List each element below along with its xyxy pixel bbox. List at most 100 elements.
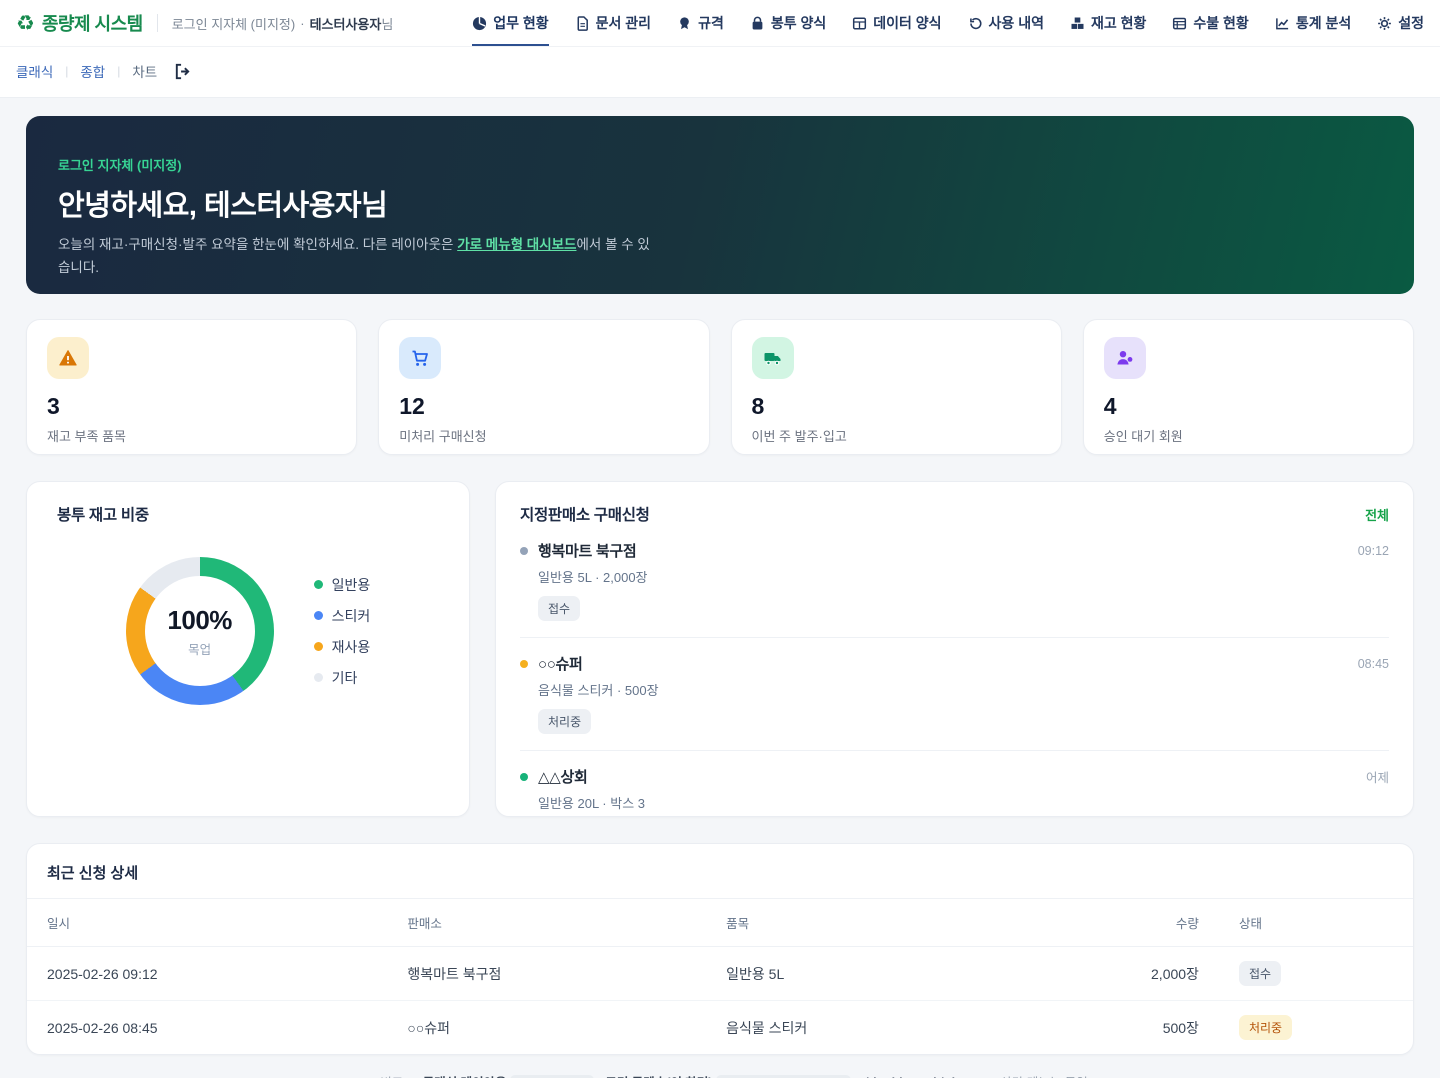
nav-item-bag-forms[interactable]: 봉투 양식: [750, 0, 826, 46]
status-badge: 접수: [538, 596, 580, 621]
welcome-banner: 로그인 지자체 (미지정) 안녕하세요, 테스터사용자님 오늘의 재고·구매신청…: [26, 116, 1414, 294]
chart-line-icon: [1275, 16, 1290, 31]
banner-description: 오늘의 재고·구매신청·발주 요약을 한눈에 확인하세요. 다른 레이아웃은 가…: [58, 234, 658, 280]
chart-legend: 일반용 스티커 재사용 기타: [314, 575, 371, 688]
nav-item-specs[interactable]: 규격: [677, 0, 724, 46]
context-separator: ·: [300, 16, 304, 31]
layout-subnav: 클래식 | 종합 | 차트: [0, 47, 1440, 98]
document-icon: [575, 16, 590, 31]
stat-cards-row: 3 재고 부족 품목 12 미처리 구매신청 8 이번 주 발주·입고: [26, 319, 1414, 455]
cell-item: 일반용 5L: [706, 947, 1066, 1001]
donut-chart: 100% 목업: [126, 557, 274, 705]
stat-card-pending-members: 4 승인 대기 회원: [1083, 319, 1414, 455]
status-dot: [520, 547, 528, 555]
user-check-icon: [1104, 337, 1146, 379]
table-grid-icon: [852, 16, 867, 31]
request-time: 08:45: [1358, 657, 1389, 671]
stat-value: 4: [1104, 394, 1393, 419]
dashboard-pie-icon: [472, 16, 487, 31]
request-list-item[interactable]: 행복마트 북구점 09:12 일반용 5L · 2,000장 접수: [520, 525, 1389, 638]
donut-center: 100% 목업: [145, 576, 255, 686]
legend-item: 스티커: [314, 606, 371, 626]
warning-icon: [47, 337, 89, 379]
stat-card-low-stock: 3 재고 부족 품목: [26, 319, 357, 455]
col-header-item: 품목: [706, 899, 1066, 947]
banner-title: 안녕하세요, 테스터사용자님: [58, 182, 1382, 224]
recycle-icon: ♻: [16, 13, 35, 34]
request-detail: 일반용 20L · 박스 3: [538, 793, 1389, 812]
cell-quantity: 2,000장: [1066, 947, 1218, 1001]
cell-store: ○○슈퍼: [387, 1001, 706, 1055]
main-nav: 업무 현황 문서 관리 규격 봉투 양식 데이터 양식: [472, 0, 1424, 46]
nav-item-inventory[interactable]: 재고 현황: [1070, 0, 1146, 46]
request-list-item[interactable]: ○○슈퍼 08:45 음식물 스티커 · 500장 처리중: [520, 638, 1389, 751]
stat-value: 3: [47, 394, 336, 419]
envelope-stock-chart-card: 봉투 재고 비중 100% 목업 일반용 스티커 재사용 기타: [26, 481, 470, 817]
stat-label: 승인 대기 회원: [1104, 426, 1393, 445]
legend-dot: [314, 611, 323, 620]
nav-item-statistics[interactable]: 통계 분석: [1275, 0, 1351, 46]
stat-card-weekly-orders: 8 이번 주 발주·입고: [731, 319, 1062, 455]
nav-item-settings[interactable]: 설정: [1377, 0, 1424, 46]
subnav-divider: |: [65, 64, 68, 78]
nav-item-transactions[interactable]: 수불 현황: [1172, 0, 1248, 46]
cell-quantity: 500장: [1066, 1001, 1218, 1055]
col-header-datetime: 일시: [27, 899, 387, 947]
nav-item-usage-history[interactable]: 사용 내역: [968, 0, 1044, 46]
status-dot: [520, 660, 528, 668]
nav-item-documents[interactable]: 문서 관리: [575, 0, 651, 46]
col-header-store: 판매소: [387, 899, 706, 947]
legend-dot: [314, 642, 323, 651]
recent-requests-table-card: 최근 신청 상세 일시 판매소 품목 수량 상태 2025-02-26 09:1…: [26, 843, 1414, 1055]
table-header-row: 일시 판매소 품목 수량 상태: [27, 899, 1413, 947]
store-name: ○○슈퍼: [538, 653, 583, 674]
stat-label: 재고 부족 품목: [47, 426, 336, 445]
seal-icon: [677, 16, 692, 31]
url-comparison-footer: URL 비교 — 클래식 레이아웃 /dashboard · 모던 콘텐츠(이 …: [26, 1055, 1414, 1078]
cell-datetime: 2025-02-26 08:45: [27, 1001, 387, 1055]
nav-item-work-status[interactable]: 업무 현황: [472, 0, 548, 46]
request-detail: 음식물 스티커 · 500장: [538, 680, 1389, 699]
status-badge: 접수: [1239, 961, 1281, 986]
table-row: 2025-02-26 08:45 ○○슈퍼 음식물 스티커 500장 처리중: [27, 1001, 1413, 1055]
subnav-link-classic[interactable]: 클래식: [16, 61, 53, 81]
legend-dot: [314, 673, 323, 682]
cell-store: 행복마트 북구점: [387, 947, 706, 1001]
store-name: 행복마트 북구점: [538, 540, 636, 561]
subnav-divider: |: [117, 64, 120, 78]
legend-item: 재사용: [314, 637, 371, 657]
recent-requests-table: 일시 판매소 품목 수량 상태 2025-02-26 09:12 행복마트 북구…: [27, 899, 1413, 1054]
purchase-requests-card: 지정판매소 구매신청 전체 행복마트 북구점 09:12 일반용 5L · 2,…: [495, 481, 1414, 817]
view-all-link[interactable]: 전체: [1365, 505, 1389, 524]
app-title: 종량제 시스템: [42, 10, 143, 36]
nav-item-data-forms[interactable]: 데이터 양식: [852, 0, 941, 46]
request-list-item[interactable]: △△상회 어제 일반용 20L · 박스 3 완료: [520, 751, 1389, 817]
request-time: 어제: [1366, 767, 1389, 786]
cell-item: 음식물 스티커: [706, 1001, 1066, 1055]
donut-center-sublabel: 목업: [188, 639, 211, 658]
col-header-quantity: 수량: [1066, 899, 1218, 947]
banner-eyebrow: 로그인 지자체 (미지정): [58, 155, 1382, 174]
status-badge: 처리중: [538, 709, 591, 734]
context-username: 테스터사용자: [310, 17, 382, 32]
request-detail: 일반용 5L · 2,000장: [538, 567, 1389, 586]
boxes-icon: [1070, 16, 1085, 31]
app-logo[interactable]: ♻ 종량제 시스템: [16, 10, 143, 36]
col-header-status: 상태: [1219, 899, 1413, 947]
subnav-link-charts[interactable]: 차트: [132, 61, 157, 81]
gear-icon: [1377, 16, 1392, 31]
context-prefix: 로그인 지자체 (미지정): [172, 14, 296, 33]
stat-label: 미처리 구매신청: [399, 426, 688, 445]
cell-datetime: 2025-02-26 09:12: [27, 947, 387, 1001]
subnav-link-combined[interactable]: 종합: [80, 61, 105, 81]
list-table-icon: [1172, 16, 1187, 31]
history-icon: [968, 16, 983, 31]
logout-icon[interactable]: [173, 62, 192, 81]
stat-value: 8: [752, 394, 1041, 419]
login-context: 로그인 지자체 (미지정) · 테스터사용자님: [172, 14, 394, 33]
status-badge: 처리중: [1239, 1015, 1292, 1040]
horizontal-dashboard-link[interactable]: 가로 메뉴형 대시보드: [457, 237, 576, 252]
donut-center-value: 100%: [167, 605, 232, 636]
cart-icon: [399, 337, 441, 379]
top-header: ♻ 종량제 시스템 로그인 지자체 (미지정) · 테스터사용자님 업무 현황 …: [0, 0, 1440, 47]
